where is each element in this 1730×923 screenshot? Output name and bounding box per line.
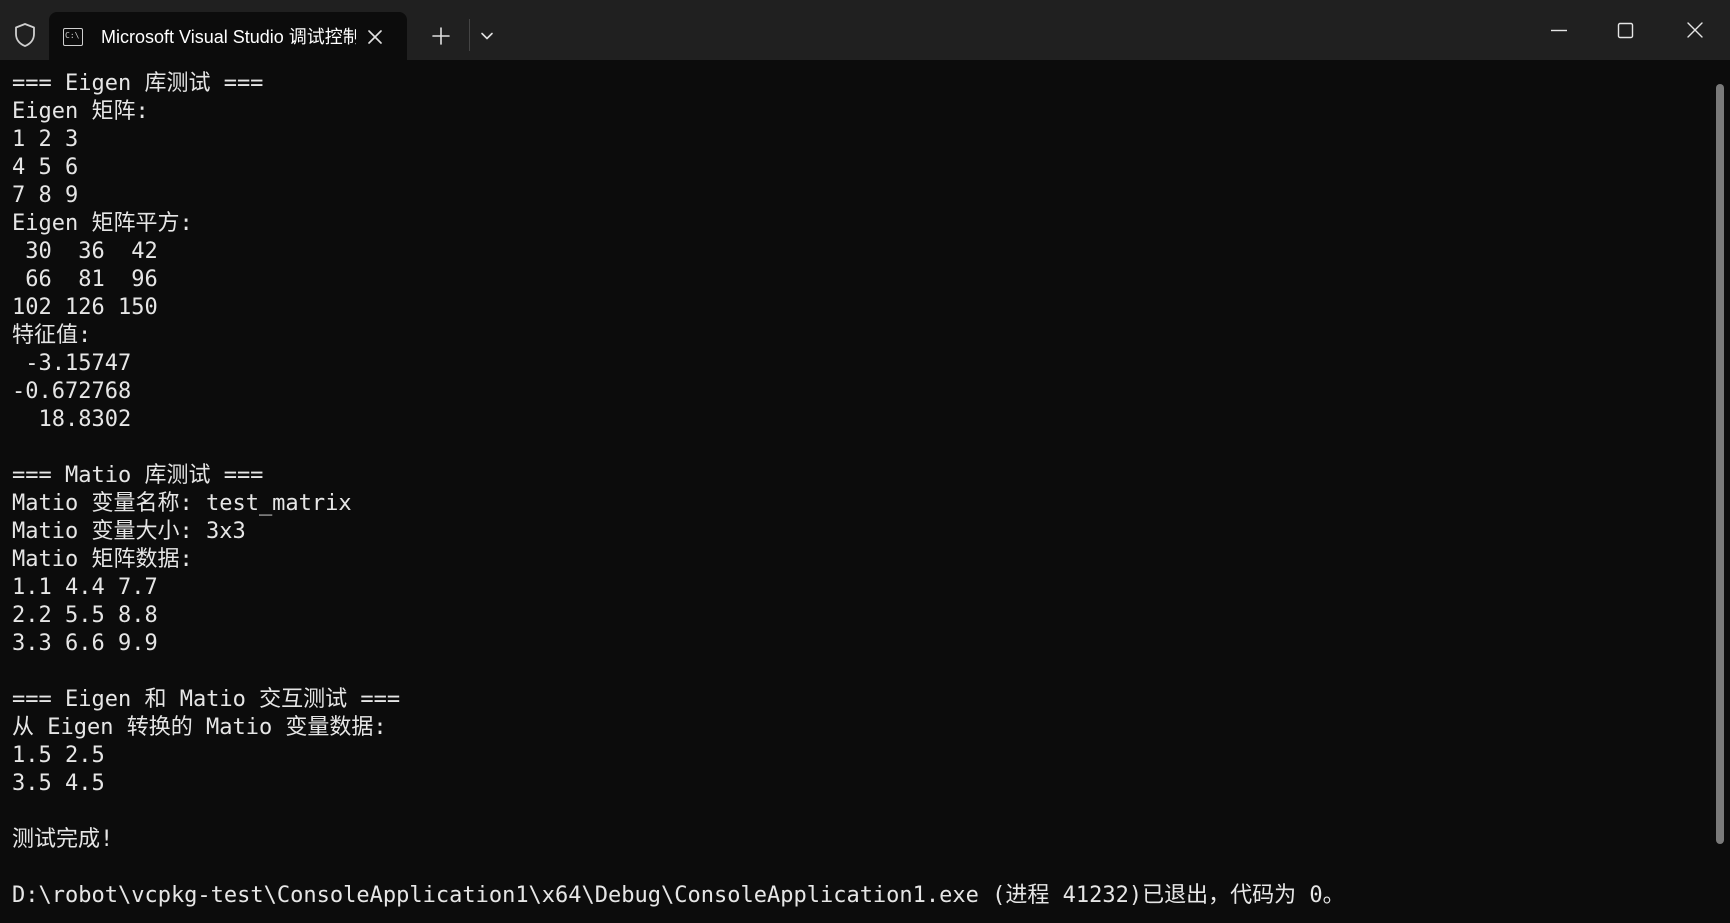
console-line: 测试完成! <box>12 827 114 852</box>
tab-title-text: Microsoft Visual Studio 调试控制台 <box>101 27 356 47</box>
new-tab-plus-icon[interactable] <box>428 23 454 49</box>
console-line: === Eigen 和 Matio 交互测试 === <box>12 687 401 712</box>
console-line: 4 5 6 <box>12 155 79 180</box>
console-line: 30 36 42 <box>12 239 158 264</box>
title-bar[interactable]: C:\ Microsoft Visual Studio 调试控制台 <box>0 0 1730 60</box>
console-line: === Eigen 库测试 === <box>12 71 264 96</box>
console-output[interactable]: === Eigen 库测试 === Eigen 矩阵: 1 2 3 4 5 6 … <box>0 60 1712 923</box>
console-line: 18.8302 <box>12 407 132 432</box>
console-line: D:\robot\vcpkg-test\ConsoleApplication1\… <box>12 883 1345 908</box>
close-tab-icon[interactable] <box>363 25 387 49</box>
console-line: 1.5 2.5 <box>12 743 105 768</box>
console-line: Matio 矩阵数据: <box>12 547 193 572</box>
close-window-icon[interactable] <box>1676 18 1714 44</box>
console-line: 特征值: <box>12 323 92 348</box>
terminal-window: C:\ Microsoft Visual Studio 调试控制台 === Ei… <box>0 0 1730 923</box>
console-line: 3.3 6.6 9.9 <box>12 631 158 656</box>
console-line: -0.672768 <box>12 379 132 404</box>
tab-title: Microsoft Visual Studio 调试控制台 <box>101 24 401 50</box>
titlebar-divider <box>469 19 470 51</box>
maximize-icon[interactable] <box>1606 18 1644 44</box>
vertical-scrollbar[interactable] <box>1716 84 1724 844</box>
console-line: Eigen 矩阵: <box>12 99 149 124</box>
console-line: 102 126 150 <box>12 295 158 320</box>
tab-console[interactable]: C:\ Microsoft Visual Studio 调试控制台 <box>49 12 407 60</box>
console-line: 7 8 9 <box>12 183 79 208</box>
console-line: Eigen 矩阵平方: <box>12 211 193 236</box>
minimize-icon[interactable] <box>1540 18 1578 44</box>
console-line: 从 Eigen 转换的 Matio 变量数据: <box>12 715 387 740</box>
console-app-icon: C:\ <box>63 28 83 46</box>
console-line: 2.2 5.5 8.8 <box>12 603 158 628</box>
console-line: -3.15747 <box>12 351 132 376</box>
chevron-down-icon[interactable] <box>476 25 498 47</box>
console-app-icon-text: C:\ <box>65 31 80 40</box>
shield-icon[interactable] <box>13 22 37 48</box>
console-line: 66 81 96 <box>12 267 158 292</box>
console-line: Matio 变量大小: 3x3 <box>12 519 246 544</box>
console-line: 3.5 4.5 <box>12 771 105 796</box>
console-line: === Matio 库测试 === <box>12 463 264 488</box>
console-line: 1 2 3 <box>12 127 79 152</box>
console-line: Matio 变量名称: test_matrix <box>12 491 352 516</box>
console-line: 1.1 4.4 7.7 <box>12 575 158 600</box>
